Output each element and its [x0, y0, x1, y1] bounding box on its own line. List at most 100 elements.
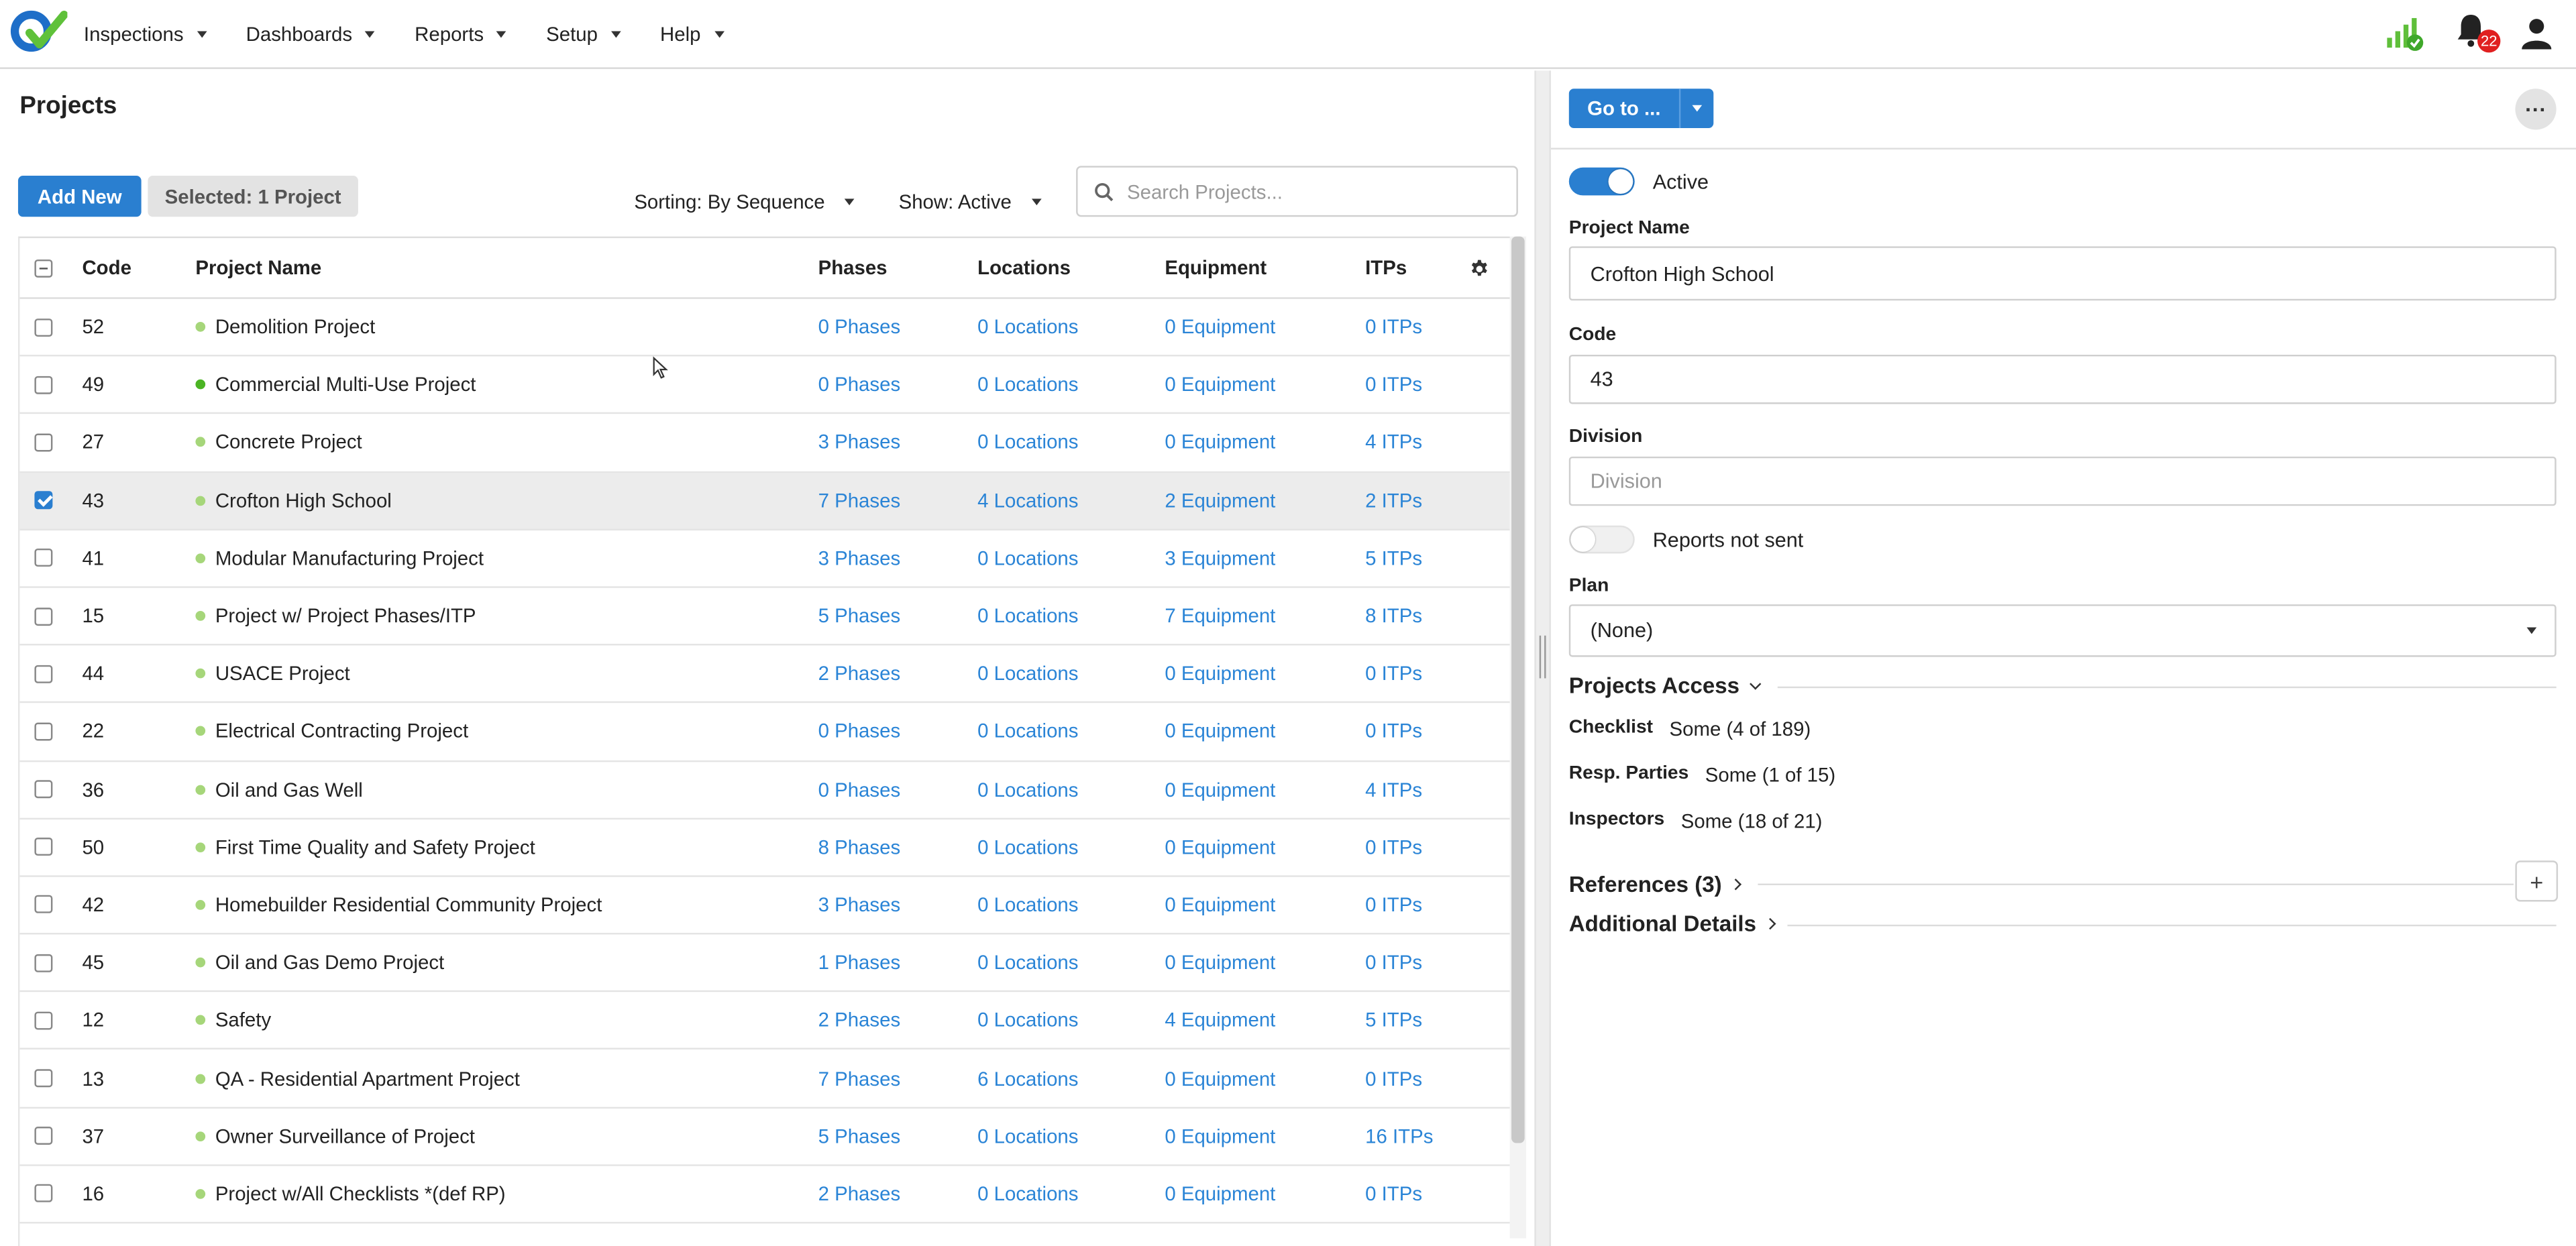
row-equipment-link[interactable]: 0 Equipment: [1165, 761, 1275, 817]
row-project-name[interactable]: Electrical Contracting Project: [195, 703, 468, 760]
nav-reports[interactable]: Reports: [415, 23, 507, 46]
row-equipment-link[interactable]: 2 Equipment: [1165, 472, 1275, 528]
row-checkbox[interactable]: [34, 838, 53, 856]
more-options-button[interactable]: ···: [2515, 89, 2557, 130]
row-equipment-link[interactable]: 0 Equipment: [1165, 414, 1275, 471]
nav-inspections[interactable]: Inspections: [84, 23, 207, 46]
row-project-name[interactable]: Crofton High School: [195, 472, 392, 528]
table-row[interactable]: 42 Homebuilder Residential Community Proj…: [19, 876, 1510, 935]
row-phases-link[interactable]: 0 Phases: [818, 357, 901, 413]
header-locations[interactable]: Locations: [977, 238, 1071, 297]
row-equipment-link[interactable]: 0 Equipment: [1165, 357, 1275, 413]
row-phases-link[interactable]: 2 Phases: [818, 993, 901, 1049]
goto-button[interactable]: Go to ...: [1569, 89, 1681, 129]
nav-setup[interactable]: Setup: [546, 23, 621, 46]
row-checkbox[interactable]: [34, 1127, 53, 1145]
row-locations-link[interactable]: 0 Locations: [977, 1166, 1078, 1222]
table-row[interactable]: 16 Project w/All Checklists *(def RP) 2 Ph…: [19, 1166, 1510, 1224]
row-locations-link[interactable]: 0 Locations: [977, 414, 1078, 471]
user-avatar-icon[interactable]: [2520, 16, 2553, 50]
row-locations-link[interactable]: 0 Locations: [977, 993, 1078, 1049]
row-project-name[interactable]: Concrete Project: [195, 414, 362, 471]
row-project-name[interactable]: Commercial Multi-Use Project: [195, 357, 476, 413]
select-all-checkbox[interactable]: [34, 258, 53, 277]
references-toggle[interactable]: References (3): [1569, 872, 1742, 897]
row-phases-link[interactable]: 3 Phases: [818, 876, 901, 933]
row-checkbox[interactable]: [34, 954, 53, 972]
row-checkbox[interactable]: [34, 780, 53, 799]
table-row[interactable]: 50 First Time Quality and Safety Project 8…: [19, 819, 1510, 877]
table-row[interactable]: 12 Safety 2 Phases 0 Locations 4 Equipment 5 …: [19, 993, 1510, 1050]
code-input[interactable]: [1590, 367, 2511, 391]
row-locations-link[interactable]: 0 Locations: [977, 530, 1078, 586]
add-reference-button[interactable]: +: [2515, 860, 2559, 902]
row-itps-link[interactable]: 0 ITPs: [1365, 876, 1422, 933]
table-row[interactable]: 43 Crofton High School 7 Phases 4 Locations…: [19, 472, 1510, 530]
row-equipment-link[interactable]: 4 Equipment: [1165, 993, 1275, 1049]
row-checkbox[interactable]: [34, 433, 53, 452]
row-checkbox[interactable]: [34, 318, 53, 337]
row-project-name[interactable]: Project w/ Project Phases/ITP: [195, 588, 476, 644]
row-project-name[interactable]: QA - Residential Apartment Project: [195, 1050, 520, 1107]
row-checkbox[interactable]: [34, 376, 53, 394]
table-row[interactable]: 41 Modular Manufacturing Project 3 Phases 0…: [19, 530, 1510, 588]
table-row[interactable]: 45 Oil and Gas Demo Project 1 Phases 0 Loca…: [19, 935, 1510, 993]
sorting-dropdown[interactable]: Sorting: By Sequence: [634, 190, 855, 213]
active-toggle[interactable]: [1568, 167, 1635, 196]
header-itps[interactable]: ITPs: [1365, 238, 1407, 297]
row-itps-link[interactable]: 16 ITPs: [1365, 1108, 1433, 1164]
row-itps-link[interactable]: 0 ITPs: [1365, 299, 1422, 355]
column-settings-button[interactable]: [1468, 238, 1490, 297]
row-locations-link[interactable]: 0 Locations: [977, 357, 1078, 413]
row-itps-link[interactable]: 0 ITPs: [1365, 703, 1422, 760]
row-phases-link[interactable]: 2 Phases: [818, 646, 901, 702]
row-locations-link[interactable]: 0 Locations: [977, 819, 1078, 875]
row-equipment-link[interactable]: 0 Equipment: [1165, 1050, 1275, 1107]
nav-dashboards[interactable]: Dashboards: [246, 23, 376, 46]
row-project-name[interactable]: Modular Manufacturing Project: [195, 530, 484, 586]
row-locations-link[interactable]: 0 Locations: [977, 935, 1078, 991]
row-phases-link[interactable]: 3 Phases: [818, 530, 901, 586]
row-locations-link[interactable]: 6 Locations: [977, 1050, 1078, 1107]
row-project-name[interactable]: Owner Surveillance of Project: [195, 1108, 475, 1164]
header-project-name[interactable]: Project Name: [195, 238, 321, 297]
row-locations-link[interactable]: 0 Locations: [977, 876, 1078, 933]
row-project-name[interactable]: USACE Project: [195, 646, 350, 702]
signal-sync-icon[interactable]: [2385, 13, 2425, 53]
row-phases-link[interactable]: 1 Phases: [818, 935, 901, 991]
row-equipment-link[interactable]: 0 Equipment: [1165, 876, 1275, 933]
row-phases-link[interactable]: 2 Phases: [818, 1166, 901, 1222]
row-project-name[interactable]: First Time Quality and Safety Project: [195, 819, 535, 875]
row-checkbox[interactable]: [34, 722, 53, 741]
row-itps-link[interactable]: 5 ITPs: [1365, 530, 1422, 586]
row-phases-link[interactable]: 7 Phases: [818, 472, 901, 528]
table-row[interactable]: 49 Commercial Multi-Use Project 0 Phases 0 …: [19, 357, 1510, 415]
project-name-input[interactable]: [1590, 262, 2511, 285]
row-locations-link[interactable]: 0 Locations: [977, 588, 1078, 644]
table-row[interactable]: 52 Demolition Project 0 Phases 0 Locations 0…: [19, 299, 1510, 357]
row-equipment-link[interactable]: 0 Equipment: [1165, 299, 1275, 355]
row-phases-link[interactable]: 0 Phases: [818, 761, 901, 817]
row-itps-link[interactable]: 0 ITPs: [1365, 357, 1422, 413]
row-locations-link[interactable]: 0 Locations: [977, 646, 1078, 702]
row-itps-link[interactable]: 0 ITPs: [1365, 646, 1422, 702]
row-equipment-link[interactable]: 0 Equipment: [1165, 1166, 1275, 1222]
row-locations-link[interactable]: 4 Locations: [977, 472, 1078, 528]
row-checkbox[interactable]: [34, 895, 53, 914]
row-equipment-link[interactable]: 0 Equipment: [1165, 646, 1275, 702]
goto-dropdown-toggle[interactable]: [1680, 89, 1713, 128]
projects-access-toggle[interactable]: Projects Access: [1569, 673, 1761, 698]
row-locations-link[interactable]: 0 Locations: [977, 1108, 1078, 1164]
row-equipment-link[interactable]: 0 Equipment: [1165, 1108, 1275, 1164]
row-equipment-link[interactable]: 0 Equipment: [1165, 703, 1275, 760]
table-row[interactable]: 44 USACE Project 2 Phases 0 Locations 0 Equi…: [19, 646, 1510, 703]
row-checkbox[interactable]: [34, 1069, 53, 1088]
row-itps-link[interactable]: 2 ITPs: [1365, 472, 1422, 528]
show-filter-dropdown[interactable]: Show: Active: [899, 190, 1041, 213]
row-locations-link[interactable]: 0 Locations: [977, 761, 1078, 817]
table-row[interactable]: 27 Concrete Project 3 Phases 0 Locations 0 E…: [19, 414, 1510, 473]
row-itps-link[interactable]: 0 ITPs: [1365, 935, 1422, 991]
nav-help[interactable]: Help: [660, 23, 724, 46]
row-equipment-link[interactable]: 7 Equipment: [1165, 588, 1275, 644]
row-phases-link[interactable]: 5 Phases: [818, 588, 901, 644]
